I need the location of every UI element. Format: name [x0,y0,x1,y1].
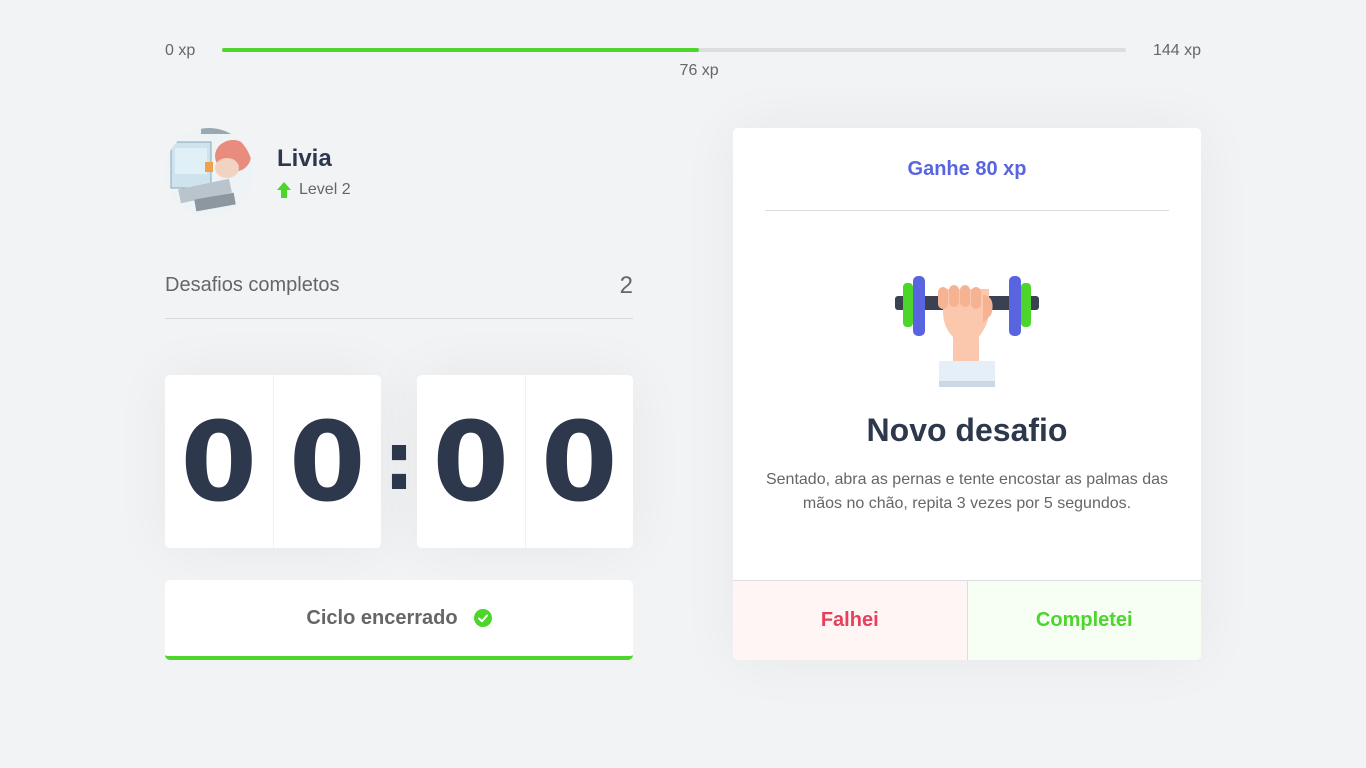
left-panel: Livia Level 2 Desafios completos 2 0 0 :… [165,128,633,660]
completed-challenges: Desafios completos 2 [165,272,633,319]
level-up-arrow-icon [277,182,291,198]
profile: Livia Level 2 [165,128,633,216]
completed-challenges-label: Desafios completos [165,274,340,296]
countdown-timer: 0 0 : 0 0 [165,375,633,548]
avatar [165,128,253,216]
challenge-actions: Falhei Completei [733,580,1201,660]
second-digit-tens: 0 [432,397,510,526]
challenge-description: Sentado, abra as pernas e tente encostar… [765,471,1169,512]
cycle-ended-button[interactable]: Ciclo encerrado [165,580,633,660]
xp-max-label: 144 xp [1152,42,1201,59]
second-digit-ones: 0 [524,375,634,548]
profile-level-label: Level 2 [299,181,351,198]
experience-bar: 0 xp 76 xp 144 xp [165,40,1201,80]
minutes-display: 0 0 [165,375,381,548]
cycle-ended-label: Ciclo encerrado [306,606,458,629]
challenge-card: Ganhe 80 xp Novo desafio Sentado, abra a… [733,128,1201,660]
challenge-reward: Ganhe 80 xp [765,128,1169,211]
complete-button[interactable]: Completei [966,581,1201,660]
xp-track [222,48,1126,52]
check-circle-icon [473,609,492,627]
time-separator: : [383,414,415,508]
profile-name: Livia [277,145,332,172]
body-dumbbell-icon [895,276,1039,387]
completed-challenges-count: 2 [619,272,633,299]
challenge-title: Novo desafio [866,412,1068,448]
seconds-display: 0 0 [417,375,633,548]
minute-digit-tens: 0 [180,397,258,526]
xp-current-label: 76 xp [679,62,719,79]
minute-digit-ones: 0 [272,375,382,548]
fail-button[interactable]: Falhei [733,581,967,660]
xp-min-label: 0 xp [165,42,196,59]
profile-level: Level 2 [277,181,351,199]
xp-progress-fill [222,48,700,52]
